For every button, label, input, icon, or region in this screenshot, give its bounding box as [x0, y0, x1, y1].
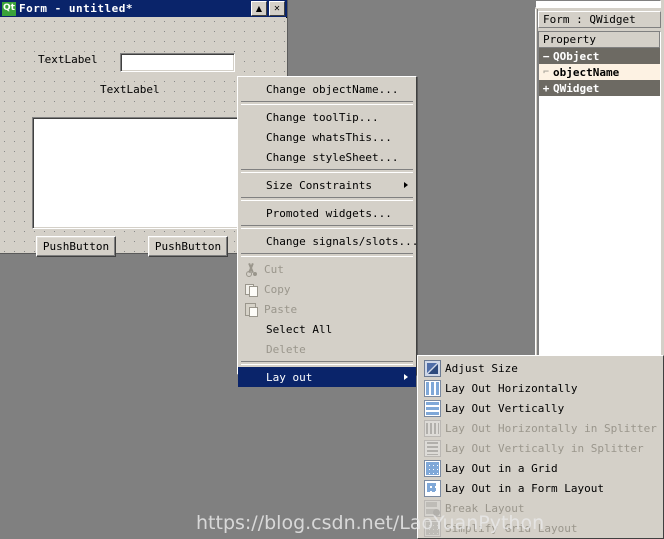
form-label-2[interactable]: TextLabel: [100, 83, 160, 96]
property-row-qobject[interactable]: − QObject: [539, 48, 660, 64]
menu-item-label: Lay out: [266, 370, 313, 384]
submenu-item-break-layout: Break Layout: [418, 498, 663, 518]
menu-separator: [241, 253, 413, 257]
property-editor-panel: Form : QWidget Property − QObject ⌐ obje…: [531, 0, 664, 362]
menu-separator: [241, 101, 413, 105]
menu-separator: [241, 225, 413, 229]
layout-submenu[interactable]: Adjust Size Lay Out Horizontally Lay Out…: [417, 355, 664, 539]
menu-item-cut: Cut: [238, 259, 416, 279]
submenu-item-lay-out-in-a-form-layout[interactable]: Lay Out in a Form Layout: [418, 478, 663, 498]
form-pushbutton-2[interactable]: PushButton: [148, 236, 228, 257]
menu-item-label: Paste: [264, 302, 298, 316]
menu-item-label: Change styleSheet...: [266, 150, 399, 164]
layout-form-icon: [423, 479, 441, 497]
menu-item-label: Delete: [266, 342, 306, 356]
object-inspector-strip[interactable]: [535, 0, 661, 8]
splitter-horizontal-icon: [423, 419, 441, 437]
menu-item-size-constraints[interactable]: Size Constraints: [238, 175, 416, 195]
property-row-label: objectName: [553, 65, 620, 79]
submenu-item-label: Lay Out Vertically in Splitter: [445, 441, 644, 455]
menu-separator: [241, 361, 413, 365]
splitter-vertical-icon: [423, 439, 441, 457]
break-layout-icon: [423, 499, 441, 517]
expand-icon[interactable]: +: [539, 82, 553, 95]
adjust-size-icon: [423, 359, 441, 377]
menu-item-change-signals-slots[interactable]: Change signals/slots...: [238, 231, 419, 251]
qt-logo-icon: Qt: [2, 1, 16, 16]
submenu-item-lay-out-horizontally-in-splitter: Lay Out Horizontally in Splitter: [418, 418, 663, 438]
submenu-arrow-icon: [404, 182, 408, 188]
layout-grid-icon: [423, 459, 441, 477]
submenu-item-adjust-size[interactable]: Adjust Size: [418, 358, 663, 378]
menu-item-promoted-widgets[interactable]: Promoted widgets...: [238, 203, 416, 223]
cut-icon: [242, 261, 260, 277]
form-titlebar[interactable]: Qt Form - untitled* ▲ ✕: [0, 0, 287, 18]
submenu-item-label: Lay Out in a Form Layout: [445, 481, 604, 495]
menu-item-select-all[interactable]: Select All: [238, 319, 416, 339]
menu-separator: [241, 197, 413, 201]
widget-context-menu[interactable]: Change objectName... Change toolTip... C…: [237, 76, 419, 387]
simplify-grid-icon: [423, 519, 441, 537]
submenu-item-lay-out-horizontally[interactable]: Lay Out Horizontally: [418, 378, 663, 398]
menu-item-label: Select All: [266, 322, 333, 336]
menu-item-change-tooltip[interactable]: Change toolTip...: [238, 107, 416, 127]
menu-item-change-objectname[interactable]: Change objectName...: [238, 79, 416, 99]
submenu-item-label: Lay Out Horizontally in Splitter: [445, 421, 657, 435]
tree-branch-icon: ⌐: [542, 66, 550, 78]
submenu-item-lay-out-vertically-in-splitter: Lay Out Vertically in Splitter: [418, 438, 663, 458]
paste-icon: [242, 301, 260, 317]
submenu-item-label: Adjust Size: [445, 361, 518, 375]
form-window-title: Form - untitled*: [19, 2, 133, 15]
menu-item-label: Change objectName...: [266, 82, 399, 96]
menu-item-label: Change whatsThis...: [266, 130, 392, 144]
submenu-item-label: Lay Out in a Grid: [445, 461, 558, 475]
property-row-qwidget[interactable]: + QWidget: [539, 80, 660, 96]
menu-item-change-stylesheet[interactable]: Change styleSheet...: [238, 147, 416, 167]
submenu-arrow-icon: [404, 374, 408, 380]
close-icon[interactable]: ✕: [269, 1, 285, 16]
menu-item-label: Promoted widgets...: [266, 206, 392, 220]
menu-item-lay-out[interactable]: Lay out: [238, 367, 416, 387]
form-label-1[interactable]: TextLabel: [38, 53, 98, 66]
menu-item-label: Change toolTip...: [266, 110, 379, 124]
submenu-item-lay-out-in-a-grid[interactable]: Lay Out in a Grid: [418, 458, 663, 478]
property-row-label: QWidget: [553, 81, 600, 95]
submenu-item-simplify-grid-layout: Simplify Grid Layout: [418, 518, 663, 538]
collapse-icon[interactable]: −: [539, 50, 553, 63]
menu-item-copy: Copy: [238, 279, 416, 299]
menu-item-change-whatsthis[interactable]: Change whatsThis...: [238, 127, 416, 147]
property-table[interactable]: Property − QObject ⌐ objectName + QWidge…: [538, 31, 661, 361]
form-line-edit[interactable]: [120, 53, 235, 72]
property-object-header: Form : QWidget: [538, 11, 661, 28]
menu-separator: [241, 169, 413, 173]
maximize-icon[interactable]: ▲: [251, 1, 267, 16]
menu-item-label: Change signals/slots...: [266, 234, 419, 248]
copy-icon: [242, 281, 260, 297]
submenu-item-label: Simplify Grid Layout: [445, 521, 578, 535]
menu-item-paste: Paste: [238, 299, 416, 319]
menu-item-label: Size Constraints: [266, 178, 372, 192]
property-row-objectname[interactable]: ⌐ objectName: [539, 64, 660, 80]
menu-item-delete: Delete: [238, 339, 416, 359]
layout-horizontal-icon: [423, 379, 441, 397]
submenu-item-label: Lay Out Horizontally: [445, 381, 578, 395]
form-text-browser[interactable]: [32, 117, 239, 229]
menu-item-label: Copy: [264, 282, 291, 296]
layout-vertical-icon: [423, 399, 441, 417]
submenu-item-label: Lay Out Vertically: [445, 401, 565, 415]
menu-item-label: Cut: [264, 262, 284, 276]
form-pushbutton-1[interactable]: PushButton: [36, 236, 116, 257]
submenu-item-lay-out-vertically[interactable]: Lay Out Vertically: [418, 398, 663, 418]
submenu-item-label: Break Layout: [445, 501, 525, 515]
property-column-header[interactable]: Property: [539, 32, 660, 48]
property-row-label: QObject: [553, 49, 600, 63]
